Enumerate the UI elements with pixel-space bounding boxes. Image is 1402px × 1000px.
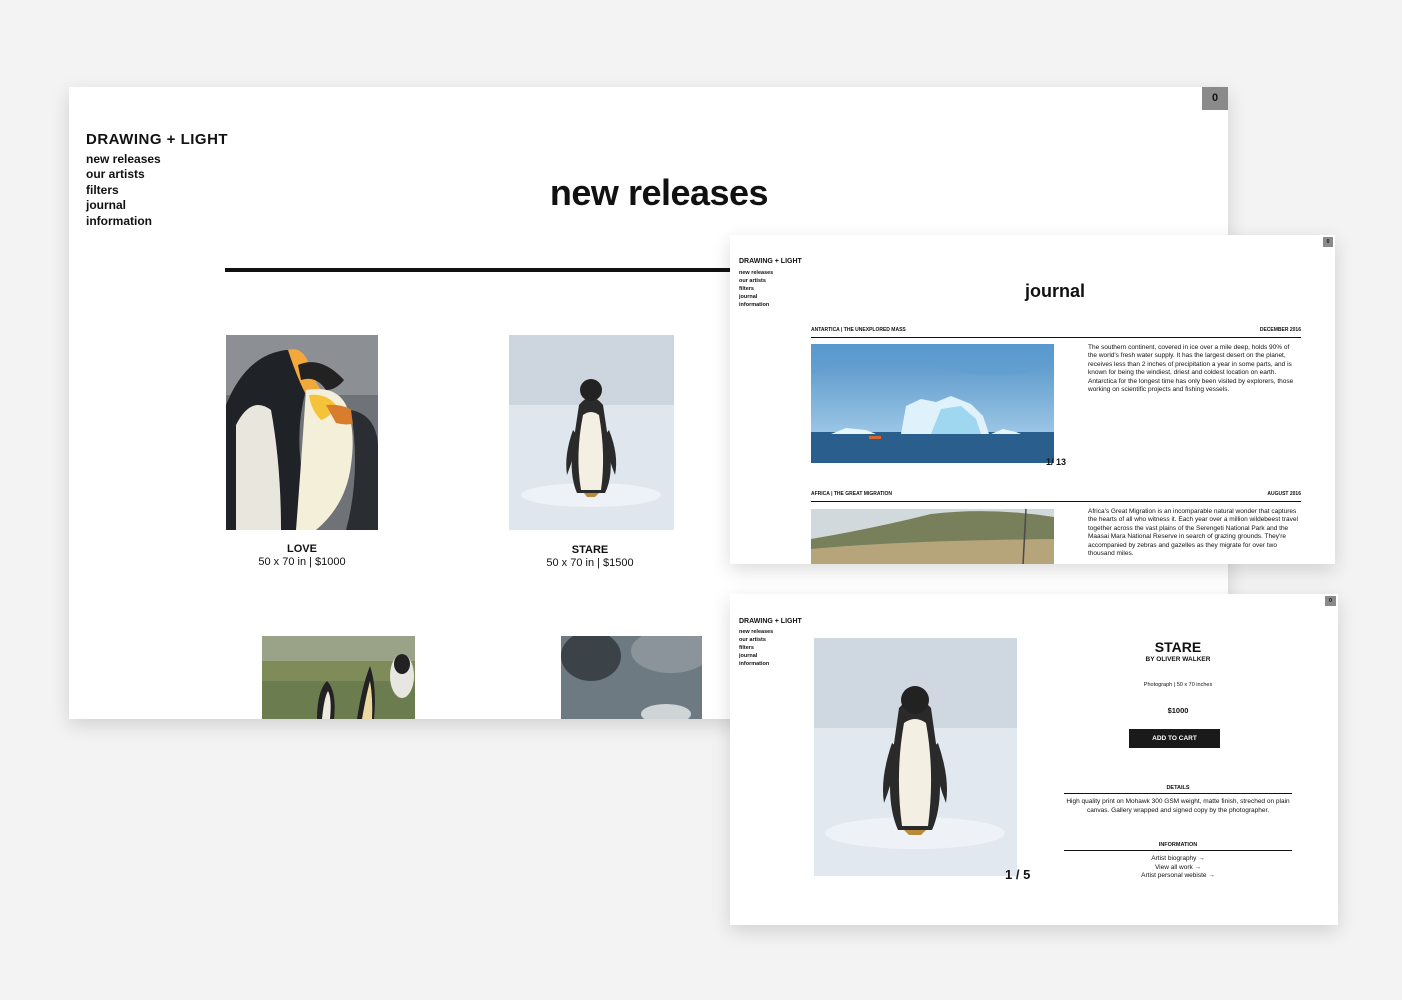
nav-item-information[interactable]: information (739, 301, 773, 309)
journal-entry-date: DECEMBER 2016 (1259, 327, 1301, 333)
journal-entry-header[interactable]: AFRICA | THE GREAT MIGRATION AUGUST 2016 (811, 491, 1301, 502)
nav-item-filters[interactable]: filters (739, 644, 773, 652)
main-nav: new releases our artists filters journal… (739, 269, 773, 309)
site-logo[interactable]: DRAWING + LIGHT (86, 131, 228, 148)
product-meta: Photograph | 50 x 70 inches (1143, 682, 1213, 688)
artwork-image-pair[interactable] (262, 636, 415, 719)
nav-item-our-artists[interactable]: our artists (739, 636, 773, 644)
product-detail-page: 0 DRAWING + LIGHT new releases our artis… (730, 594, 1338, 925)
information-heading: INFORMATION (1064, 842, 1292, 851)
product-image[interactable] (814, 638, 1017, 876)
slide-counter: 1 / 5 (1005, 867, 1031, 882)
cart-count-badge[interactable]: 0 (1323, 237, 1333, 247)
information-links: Artist biography → View all work → Artis… (1064, 855, 1292, 881)
journal-entry-date: AUGUST 2016 (1267, 491, 1301, 497)
nav-item-new-releases[interactable]: new releases (86, 152, 161, 167)
nav-item-journal[interactable]: journal (86, 198, 161, 213)
artwork-image-love[interactable] (226, 335, 378, 530)
nav-item-journal[interactable]: journal (739, 293, 773, 301)
journal-entry-title[interactable]: AFRICA | THE GREAT MIGRATION (811, 491, 892, 497)
add-to-cart-button[interactable]: ADD TO CART (1129, 729, 1220, 748)
nav-item-filters[interactable]: filters (739, 285, 773, 293)
page-title: journal (1024, 281, 1085, 301)
artwork-meta: 50 x 70 in | $1000 (258, 556, 346, 568)
artwork-caption-love: LOVE 50 x 70 in | $1000 (202, 543, 402, 569)
main-nav: new releases our artists filters journal… (86, 152, 161, 229)
artwork-title[interactable]: LOVE (202, 543, 402, 556)
nav-item-our-artists[interactable]: our artists (739, 277, 773, 285)
site-logo[interactable]: DRAWING + LIGHT (739, 618, 802, 625)
journal-entry-excerpt: Africa's Great Migration is an incompara… (1088, 508, 1298, 558)
nav-item-our-artists[interactable]: our artists (86, 167, 161, 182)
nav-item-journal[interactable]: journal (739, 652, 773, 660)
artist-biography-link[interactable]: Artist biography → (1064, 855, 1292, 864)
journal-image-savanna[interactable] (811, 509, 1054, 564)
page-title: new releases (549, 172, 769, 213)
nav-item-filters[interactable]: filters (86, 183, 161, 198)
journal-image-iceberg[interactable] (811, 344, 1054, 463)
view-all-work-link[interactable]: View all work → (1064, 864, 1292, 873)
artist-website-link[interactable]: Artist personal webiste → (1064, 872, 1292, 881)
cart-count-badge[interactable]: 0 (1325, 596, 1336, 606)
site-logo[interactable]: DRAWING + LIGHT (739, 258, 802, 265)
journal-entry-header[interactable]: ANTARTICA | THE UNEXPLORED MASS DECEMBER… (811, 327, 1301, 338)
journal-entry-title[interactable]: ANTARTICA | THE UNEXPLORED MASS (811, 327, 906, 333)
cart-count-badge[interactable]: 0 (1202, 87, 1228, 110)
product-price: $1000 (1167, 706, 1189, 715)
details-heading: DETAILS (1064, 785, 1292, 794)
nav-item-information[interactable]: information (739, 660, 773, 668)
product-artist[interactable]: BY OLIVER WALKER (1064, 656, 1292, 663)
artwork-meta: 50 x 70 in | $1500 (546, 557, 634, 569)
product-title: STARE (1154, 639, 1202, 655)
nav-item-new-releases[interactable]: new releases (739, 628, 773, 636)
journal-page: 0 DRAWING + LIGHT new releases our artis… (730, 235, 1335, 564)
artwork-title[interactable]: STARE (490, 544, 690, 557)
artwork-image-stare[interactable] (509, 335, 674, 530)
main-nav: new releases our artists filters journal… (739, 628, 773, 668)
nav-item-new-releases[interactable]: new releases (739, 269, 773, 277)
slide-counter: 1/ 13 (1046, 457, 1067, 467)
nav-item-information[interactable]: information (86, 214, 161, 229)
artwork-caption-stare: STARE 50 x 70 in | $1500 (490, 544, 690, 570)
journal-entry-excerpt: The southern continent, covered in ice o… (1088, 344, 1294, 394)
artwork-image-seal[interactable] (561, 636, 702, 719)
details-text: High quality print on Mohawk 300 GSM wei… (1066, 798, 1290, 814)
